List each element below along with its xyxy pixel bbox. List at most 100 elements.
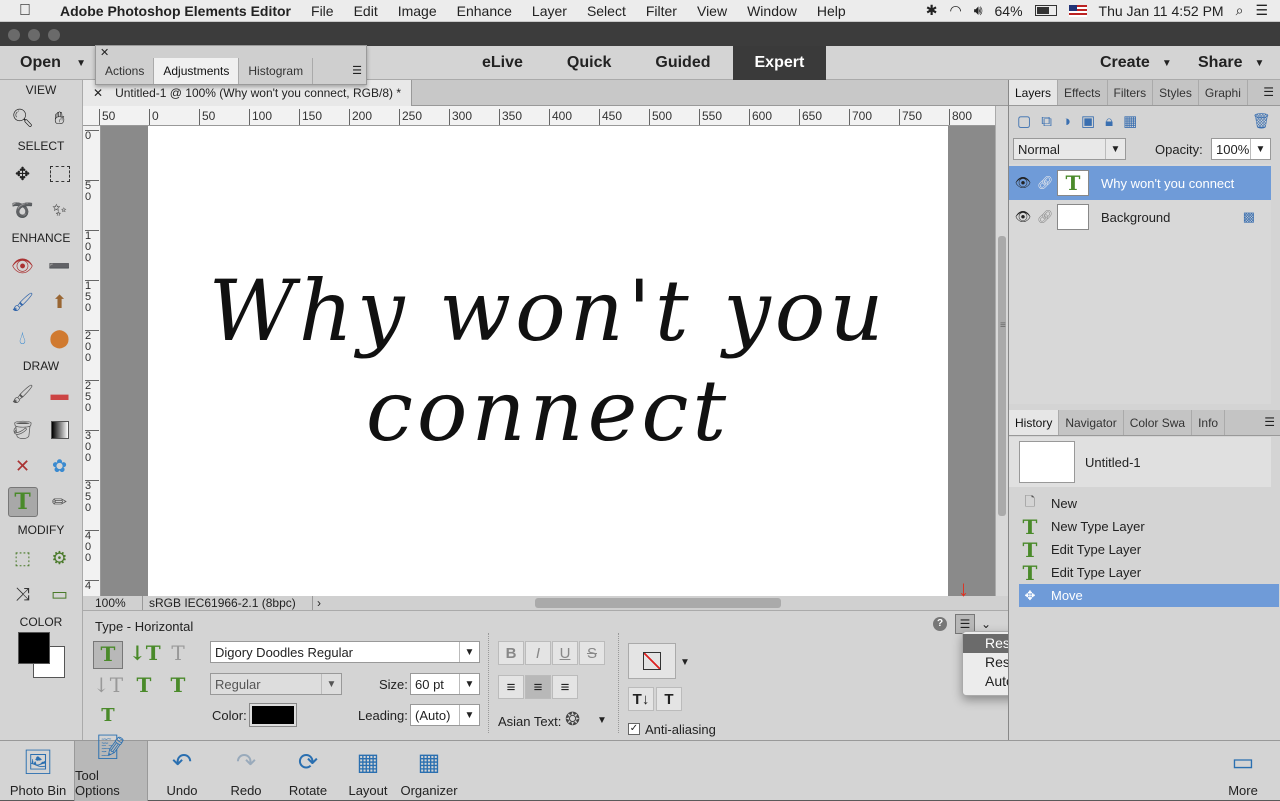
mode-expert[interactable]: Expert [732,46,827,80]
tab-filters[interactable]: Filters [1108,80,1154,105]
chevron-down-icon[interactable]: ▼ [680,657,690,668]
underline-button[interactable]: U [552,641,578,665]
mode-guided[interactable]: Guided [633,46,732,80]
tab-histogram[interactable]: Histogram [239,58,314,84]
text-style-swatch[interactable] [628,643,676,679]
menu-filter[interactable]: Filter [636,3,687,19]
type-on-path-icon[interactable]: T [93,705,123,733]
tab-graphics[interactable]: Graphi [1199,80,1248,105]
type-on-shape-icon[interactable]: T [163,673,193,701]
adjustment-layer-icon[interactable]: ◑ [1062,113,1071,130]
history-snapshot[interactable]: Untitled-1 [1009,437,1271,487]
font-style-select[interactable]: Regular ▼ [210,673,342,695]
custom-shape-tool-icon[interactable]: ✿ [45,451,75,481]
eyedropper-tool-icon[interactable]: ✕ [8,451,38,481]
menu-layer[interactable]: Layer [522,3,577,19]
tab-color-swatches[interactable]: Color Swa [1124,410,1193,435]
history-item[interactable]: T Edit Type Layer [1019,561,1280,585]
menu-view[interactable]: View [687,3,737,19]
delete-layer-icon[interactable]: 🗑︎ [1252,112,1271,130]
anti-aliasing-checkbox[interactable]: ✓ [628,723,640,735]
spotlight-search-icon[interactable]: ⌕ [1236,2,1244,19]
change-text-orientation-button[interactable]: T↓ [628,687,654,711]
scroll-thumb[interactable] [998,236,1006,516]
panel-resize-handle[interactable]: ≡ [1000,320,1006,331]
type-tool-icon[interactable]: T [7,487,38,517]
type-mask-horizontal-icon[interactable]: T [163,641,193,669]
crop-tool-icon[interactable]: ⬚ [8,543,38,573]
chevron-down-icon[interactable]: ▼ [597,715,607,726]
vertical-scrollbar[interactable] [995,106,1008,596]
notification-center-icon[interactable]: ☰ [1255,2,1268,19]
minimize-window-button[interactable] [28,29,40,41]
document-canvas[interactable]: Why won't you connect [148,126,948,596]
sponge-tool-icon[interactable]: ⬤ [45,323,75,353]
horizontal-scrollbar[interactable] [535,598,781,608]
lasso-tool-icon[interactable]: ➰ [8,195,38,225]
type-on-selection-icon[interactable]: T [129,673,159,701]
tab-navigator[interactable]: Navigator [1059,410,1124,435]
tab-info[interactable]: Info [1192,410,1226,435]
menu-help[interactable]: Help [807,3,856,19]
undo-button[interactable]: ↶ Undo [160,741,204,801]
recompose-tool-icon[interactable]: ⚙︎ [45,543,75,573]
menu-window[interactable]: Window [737,3,807,19]
clone-stamp-tool-icon[interactable]: ⬆ [45,287,75,317]
menu-edit[interactable]: Edit [344,3,388,19]
warp-text-button[interactable]: T [656,687,682,711]
blur-tool-icon[interactable]: 💧︎ [8,323,38,353]
font-family-select[interactable]: Digory Doodles Regular ▼ [210,641,480,663]
menu-file[interactable]: File [301,3,344,19]
link-icon[interactable]: 🔗︎ [1037,175,1057,191]
panel-menu-icon[interactable]: ☰ [352,64,362,77]
smart-brush-tool-icon[interactable]: 🖌︎ [8,287,38,317]
font-size-field[interactable]: 60 pt ▼ [410,673,480,695]
link-icon[interactable]: 🔗︎ [1037,209,1057,225]
lock-transparent-icon[interactable]: ▦ [1123,112,1137,130]
layer-mask-icon[interactable]: ▣ [1081,112,1095,130]
align-right-button[interactable]: ≡ [552,675,578,699]
brush-tool-icon[interactable]: 🖌︎ [8,379,38,409]
opacity-field[interactable]: 100% ▼ [1211,138,1271,160]
straighten-tool-icon[interactable]: ▭ [45,579,75,609]
close-tab-icon[interactable]: ✕ [93,86,103,100]
chevron-right-icon[interactable]: › [313,596,325,610]
align-left-button[interactable]: ≡ [498,675,524,699]
italic-button[interactable]: I [525,641,551,665]
type-vertical-icon[interactable]: ↓T [129,641,161,669]
share-button[interactable]: Share ▼ [1198,46,1264,80]
organizer-button[interactable]: ▦ Organizer [400,741,458,801]
apple-menu-icon[interactable]:  [0,2,50,20]
new-layer-icon[interactable]: ▢ [1017,112,1031,130]
panel-menu-icon[interactable]: ☰ [1258,410,1280,435]
more-button[interactable]: ▭ More [1218,741,1268,801]
blend-mode-select[interactable]: Normal ▼ [1013,138,1126,160]
move-tool-icon[interactable]: ✥ [8,159,38,189]
wifi-icon[interactable]: ◠ [949,2,961,19]
history-item[interactable]: ✥ Move [1019,584,1279,607]
paint-bucket-tool-icon[interactable]: 🪣︎ [8,415,38,445]
menu-image[interactable]: Image [388,3,447,19]
tab-actions[interactable]: Actions [96,58,155,84]
close-window-button[interactable] [8,29,20,41]
tab-styles[interactable]: Styles [1153,80,1199,105]
eraser-tool-icon[interactable]: ▬ [45,379,75,409]
tab-history[interactable]: History [1009,410,1060,435]
volume-icon[interactable]: 🔊︎ [974,2,983,19]
menu-enhance[interactable]: Enhance [447,3,522,19]
zoom-level[interactable]: 100% [83,596,143,610]
layer-row[interactable]: 👁︎ 🔗︎ T Why won't you connect [1009,166,1271,200]
magic-wand-tool-icon[interactable]: ✨︎ [45,195,75,225]
content-aware-move-tool-icon[interactable]: ⤨ [8,579,38,609]
text-color-swatch[interactable] [249,703,297,727]
panel-menu-icon[interactable]: ☰ [1257,80,1280,105]
red-eye-tool-icon[interactable]: 👁︎ [8,251,38,281]
asian-text-icon[interactable]: ❂ [565,709,580,730]
gradient-tool-icon[interactable] [45,415,75,445]
layout-button[interactable]: ▦ Layout [346,741,390,801]
flag-icon[interactable] [1068,4,1087,17]
mode-quick[interactable]: Quick [545,46,633,80]
bluetooth-icon[interactable]: ✱ [926,2,938,19]
zoom-window-button[interactable] [48,29,60,41]
redo-button[interactable]: ↷ Redo [226,741,266,801]
